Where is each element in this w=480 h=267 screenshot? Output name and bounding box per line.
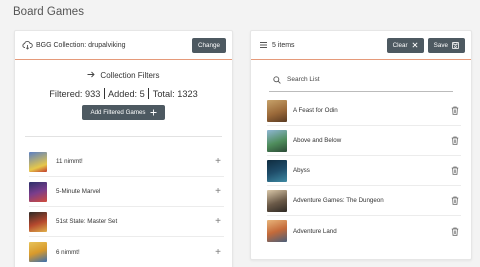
game-thumbnail — [29, 151, 47, 172]
item-name: Above and Below — [293, 137, 342, 144]
list-item: Above and Below — [267, 126, 461, 156]
search-bar — [269, 68, 453, 92]
game-thumbnail — [267, 159, 287, 182]
list-icon — [257, 39, 269, 51]
close-icon — [412, 42, 418, 48]
stat-divider — [103, 88, 105, 99]
trash-icon[interactable] — [449, 195, 461, 207]
filter-stats: Filtered: 933 Added: 5 Total: 1323 — [15, 88, 232, 99]
list-panel: 5 items Clear Save A Feast for Odin Abov… — [250, 30, 472, 260]
add-game-plus-icon[interactable]: + — [212, 186, 224, 197]
plus-icon — [150, 109, 157, 116]
collection-panel: BGG Collection: drupalviking Change Coll… — [14, 30, 233, 267]
game-thumbnail — [29, 181, 47, 202]
game-row: 5-Minute Marvel + — [29, 177, 224, 207]
collection-filters-heading[interactable]: Collection Filters — [15, 71, 232, 80]
game-thumbnail — [29, 211, 47, 232]
game-name: 51st State: Master Set — [56, 218, 118, 225]
cloud-download-icon — [21, 39, 33, 51]
item-name: Adventure Land — [293, 227, 337, 235]
floppy-disk-icon — [452, 41, 459, 49]
stat-divider — [148, 88, 150, 99]
game-name: 6 nimmt! — [56, 248, 80, 256]
list-item: Adventure Land — [267, 216, 461, 246]
clear-label: Clear — [392, 41, 408, 49]
add-game-plus-icon[interactable]: + — [212, 247, 224, 258]
filtered-count: Filtered: 933 — [49, 89, 101, 99]
page-title: Board Games — [13, 6, 84, 18]
total-count: Total: 1323 — [152, 89, 198, 99]
change-button[interactable]: Change — [191, 37, 226, 53]
item-name: A Feast for Odin — [293, 107, 338, 114]
divider — [25, 136, 222, 137]
add-filtered-games-label: Add Filtered Games — [90, 109, 146, 116]
added-count: Added: 5 — [107, 89, 145, 99]
game-row: 11 nimmt! + — [29, 147, 224, 177]
game-thumbnail — [267, 99, 287, 122]
game-name: 5-Minute Marvel — [56, 188, 101, 195]
game-thumbnail — [29, 242, 47, 262]
clear-button[interactable]: Clear — [386, 37, 424, 53]
game-name: 11 nimmt! — [56, 158, 83, 165]
trash-icon[interactable] — [449, 165, 461, 177]
game-thumbnail — [267, 189, 287, 212]
search-input[interactable] — [287, 76, 427, 83]
collection-filters-label: Collection Filters — [100, 71, 160, 80]
collection-header: BGG Collection: drupalviking Change — [15, 31, 232, 60]
game-thumbnail — [267, 220, 287, 242]
game-thumbnail — [267, 129, 287, 152]
list-item: Abyss — [267, 156, 461, 186]
add-game-plus-icon[interactable]: + — [212, 216, 224, 227]
save-label: Save — [433, 41, 448, 49]
item-name: Abyss — [293, 167, 310, 174]
list-item: A Feast for Odin — [267, 96, 461, 126]
collection-game-list: 11 nimmt! + 5-Minute Marvel + 51st State… — [15, 147, 232, 267]
game-row: 6 nimmt! + — [29, 237, 224, 267]
item-count: 5 items — [272, 41, 295, 49]
trash-icon[interactable] — [449, 135, 461, 147]
trash-icon[interactable] — [449, 225, 461, 237]
add-filtered-games-button[interactable]: Add Filtered Games — [82, 105, 165, 120]
saved-item-list: A Feast for Odin Above and Below Abyss A… — [251, 96, 471, 246]
search-icon — [273, 75, 281, 84]
add-game-plus-icon[interactable]: + — [212, 156, 224, 167]
game-row: 51st State: Master Set + — [29, 207, 224, 237]
save-button[interactable]: Save — [427, 37, 465, 53]
trash-icon[interactable] — [449, 105, 461, 117]
arrow-right-icon — [87, 71, 96, 80]
list-item: Adventure Games: The Dungeon — [267, 186, 461, 216]
collection-title: BGG Collection: drupalviking — [36, 41, 126, 49]
list-header: 5 items Clear Save — [251, 31, 471, 60]
item-name: Adventure Games: The Dungeon — [293, 197, 384, 204]
